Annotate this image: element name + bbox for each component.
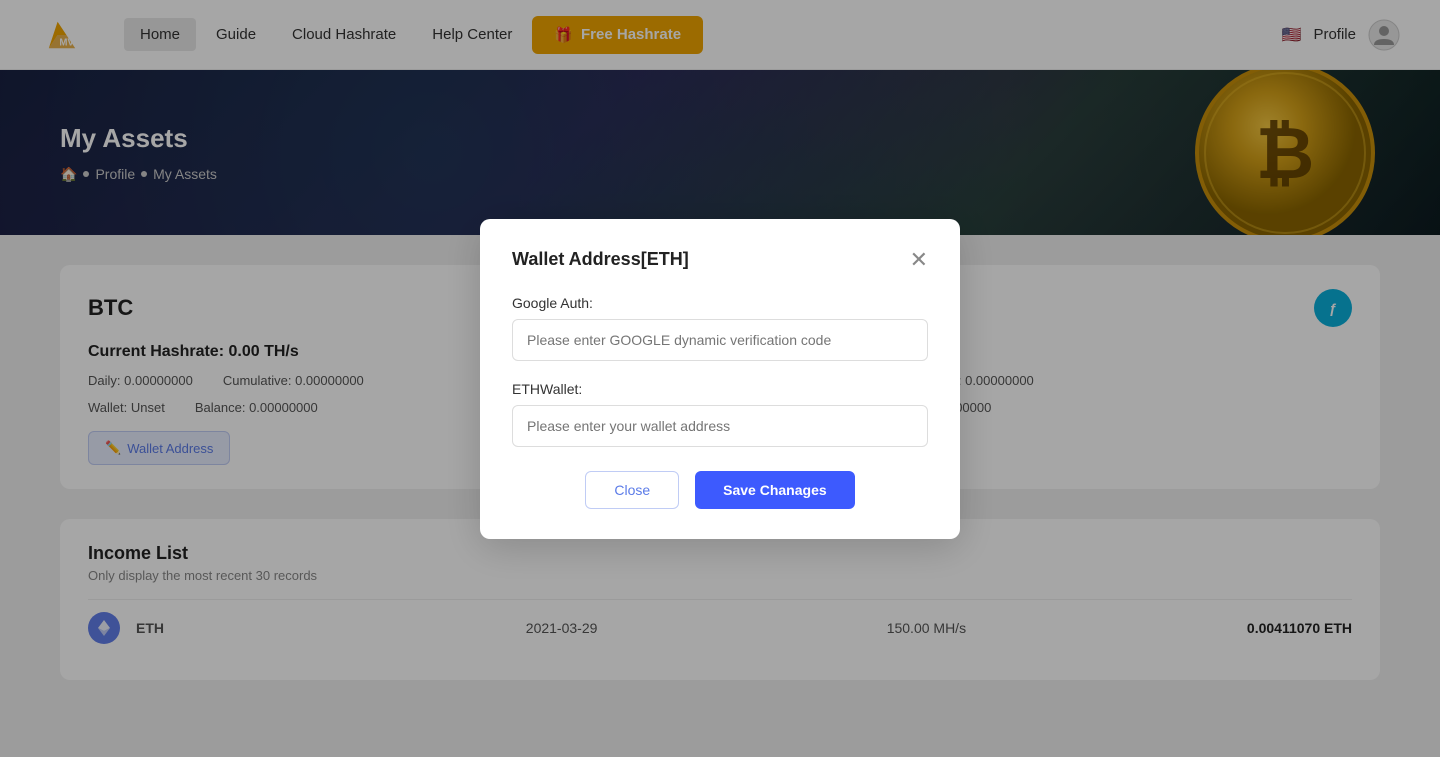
google-auth-group: Google Auth: [512, 295, 928, 361]
google-auth-label: Google Auth: [512, 295, 928, 311]
close-modal-button[interactable]: Close [585, 471, 679, 509]
modal-actions: Close Save Chanages [512, 471, 928, 509]
wallet-address-modal: Wallet Address[ETH] ✕ Google Auth: ETHWa… [480, 219, 960, 539]
google-auth-input[interactable] [512, 319, 928, 361]
modal-header: Wallet Address[ETH] ✕ [512, 249, 928, 271]
modal-close-button[interactable]: ✕ [910, 249, 928, 271]
eth-wallet-group: ETHWallet: [512, 381, 928, 447]
eth-wallet-label: ETHWallet: [512, 381, 928, 397]
modal-title: Wallet Address[ETH] [512, 249, 689, 270]
save-changes-button[interactable]: Save Chanages [695, 471, 855, 509]
eth-wallet-input[interactable] [512, 405, 928, 447]
modal-overlay: Wallet Address[ETH] ✕ Google Auth: ETHWa… [0, 0, 1440, 757]
